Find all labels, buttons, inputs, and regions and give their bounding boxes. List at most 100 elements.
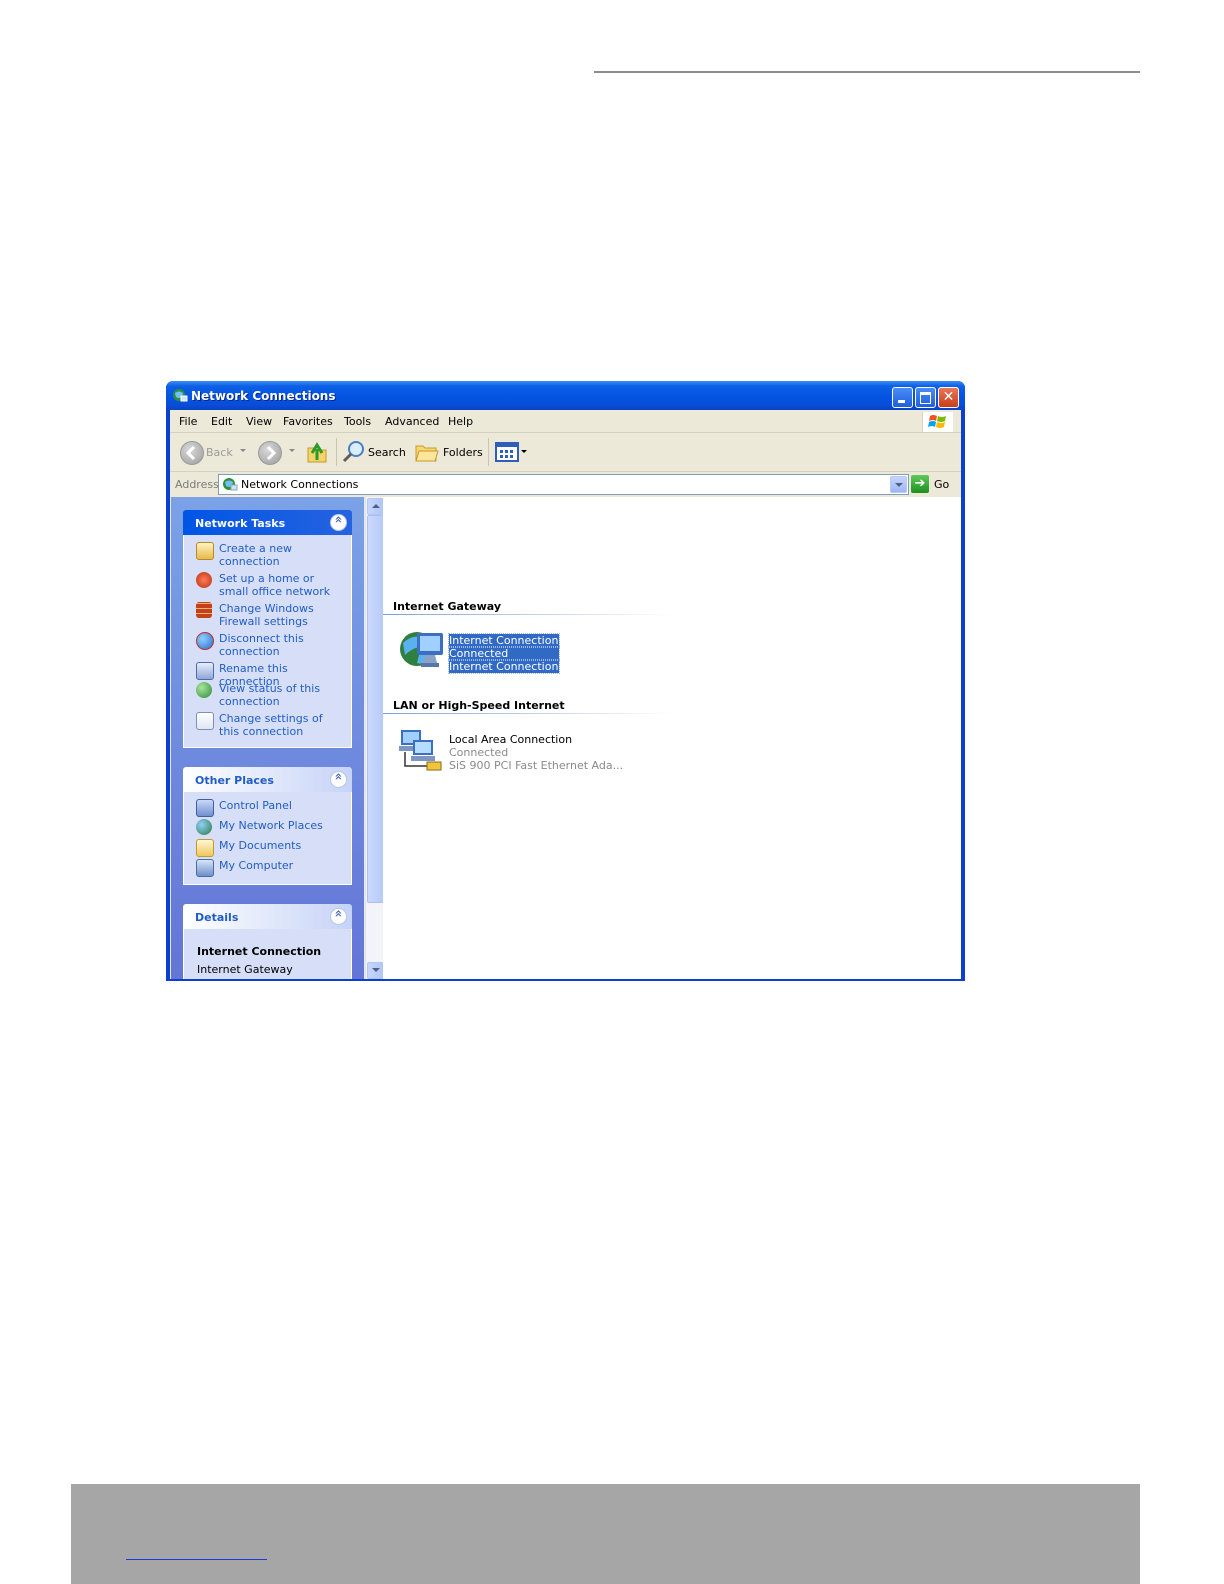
other-places-panel: Other Places Control Panel My Network Pl… xyxy=(183,767,352,885)
connection-name: Internet Connection xyxy=(447,633,561,648)
details-name: Internet Connection xyxy=(197,945,322,958)
task-label: View status of this connection xyxy=(219,682,321,708)
connection-local-area[interactable]: Local Area Connection Connected SiS 900 … xyxy=(397,726,627,776)
close-button[interactable]: ✕ xyxy=(938,387,959,408)
page-header-rule xyxy=(594,71,1140,73)
connection-internet-text: Internet Connection Connected Internet C… xyxy=(447,633,561,674)
menu-favorites[interactable]: Favorites xyxy=(283,415,333,428)
menu-help[interactable]: Help xyxy=(448,415,473,428)
group-rule xyxy=(383,713,673,714)
title-bar[interactable]: Network Connections ✕ xyxy=(166,381,965,410)
maximize-icon xyxy=(920,392,931,404)
menu-file[interactable]: File xyxy=(179,415,197,428)
task-change-settings[interactable]: Change settings of this connection xyxy=(184,711,351,741)
minimize-button[interactable] xyxy=(892,387,913,408)
folders-icon xyxy=(415,445,439,462)
place-my-documents[interactable]: My Documents xyxy=(184,838,351,858)
control-panel-icon xyxy=(196,799,214,817)
place-label: My Computer xyxy=(219,859,294,872)
details-header[interactable]: Details xyxy=(183,904,352,929)
network-tasks-header[interactable]: Network Tasks xyxy=(183,510,352,535)
back-arrow-icon xyxy=(185,445,196,461)
toolbar-separator xyxy=(488,438,489,466)
internet-gateway-icon xyxy=(400,632,443,667)
lan-connection-icon xyxy=(399,730,442,771)
task-create-connection[interactable]: Create a new connection xyxy=(184,541,351,571)
network-connections-icon xyxy=(173,389,188,402)
task-label: Create a new connection xyxy=(219,542,293,568)
scroll-down-button[interactable] xyxy=(367,962,384,979)
network-tasks-title: Network Tasks xyxy=(195,517,286,530)
group-header-internet-gateway: Internet Gateway xyxy=(393,600,502,613)
connection-local-area-text: Local Area Connection Connected SiS 900 … xyxy=(449,733,623,772)
network-places-icon xyxy=(196,819,212,835)
my-computer-icon xyxy=(196,859,214,877)
address-dropdown-button[interactable] xyxy=(890,476,907,493)
task-rename[interactable]: Rename this connection xyxy=(184,661,351,688)
window-title: Network Connections xyxy=(191,389,336,403)
place-my-computer[interactable]: My Computer xyxy=(184,858,351,878)
place-my-network-places[interactable]: My Network Places xyxy=(184,818,351,838)
task-pane: Network Tasks Create a new connection Se… xyxy=(171,497,364,979)
folders-button[interactable]: Folders xyxy=(415,441,485,465)
scroll-up-button[interactable] xyxy=(367,498,384,515)
task-pane-scrollbar[interactable] xyxy=(365,497,384,979)
up-folder-button[interactable] xyxy=(306,440,328,464)
menu-view[interactable]: View xyxy=(246,415,272,428)
connection-status: Connected xyxy=(447,646,561,661)
place-control-panel[interactable]: Control Panel xyxy=(184,798,351,818)
status-icon xyxy=(196,682,212,698)
group-rule xyxy=(383,614,673,615)
other-places-header[interactable]: Other Places xyxy=(183,767,352,792)
menu-edit[interactable]: Edit xyxy=(211,415,232,428)
task-home-network[interactable]: Set up a home or small office network xyxy=(184,571,351,601)
rename-icon xyxy=(196,662,214,680)
back-label: Back xyxy=(206,446,233,459)
network-connections-window: Network Connections ✕ File Edit View Fav… xyxy=(166,381,965,981)
collapse-chevron-icon[interactable] xyxy=(330,514,347,531)
forward-arrow-icon xyxy=(266,445,277,461)
place-label: My Documents xyxy=(219,839,302,852)
page-footer-band xyxy=(71,1484,1140,1584)
forward-dropdown-icon[interactable] xyxy=(289,449,295,452)
back-dropdown-icon[interactable] xyxy=(240,449,246,452)
scroll-thumb[interactable] xyxy=(367,515,384,903)
firewall-icon xyxy=(196,602,212,618)
connection-internet[interactable]: Internet Connection Connected Internet C… xyxy=(397,627,627,677)
menu-tools[interactable]: Tools xyxy=(344,415,371,428)
connection-name: Local Area Connection xyxy=(449,733,573,746)
search-icon xyxy=(342,441,364,463)
menu-advanced[interactable]: Advanced xyxy=(385,415,439,428)
search-label: Search xyxy=(368,446,406,459)
back-button[interactable] xyxy=(180,441,204,465)
address-field[interactable]: Network Connections xyxy=(218,474,909,495)
task-view-status[interactable]: View status of this connection xyxy=(184,681,351,711)
group-header-lan: LAN or High-Speed Internet xyxy=(393,699,565,712)
folders-label: Folders xyxy=(443,446,483,459)
collapse-chevron-icon[interactable] xyxy=(330,771,347,788)
details-panel: Details Internet Connection Internet Gat… xyxy=(183,904,352,979)
go-label: Go xyxy=(934,478,950,491)
views-button[interactable] xyxy=(495,442,531,464)
address-label: Address xyxy=(175,478,219,491)
go-arrow-icon: ➔ xyxy=(911,475,929,493)
minimize-icon xyxy=(898,400,905,403)
address-value: Network Connections xyxy=(241,478,359,491)
properties-icon xyxy=(196,712,214,730)
forward-button[interactable] xyxy=(258,441,282,465)
task-firewall-settings[interactable]: Change Windows Firewall settings xyxy=(184,601,351,631)
maximize-button[interactable] xyxy=(915,387,936,408)
network-connections-icon xyxy=(223,478,238,491)
views-dropdown-icon xyxy=(521,450,527,453)
task-label: Set up a home or small office network xyxy=(219,572,331,598)
toolbar-separator xyxy=(336,438,337,466)
go-button[interactable]: ➔ Go xyxy=(911,474,955,494)
close-icon: ✕ xyxy=(942,389,955,405)
place-label: Control Panel xyxy=(219,799,292,812)
windows-logo-icon xyxy=(922,412,953,432)
new-connection-icon xyxy=(196,542,214,560)
search-button[interactable]: Search xyxy=(342,440,410,464)
standard-toolbar: Back Search Folders xyxy=(170,433,961,472)
collapse-chevron-icon[interactable] xyxy=(330,908,347,925)
task-disconnect[interactable]: Disconnect this connection xyxy=(184,631,351,661)
